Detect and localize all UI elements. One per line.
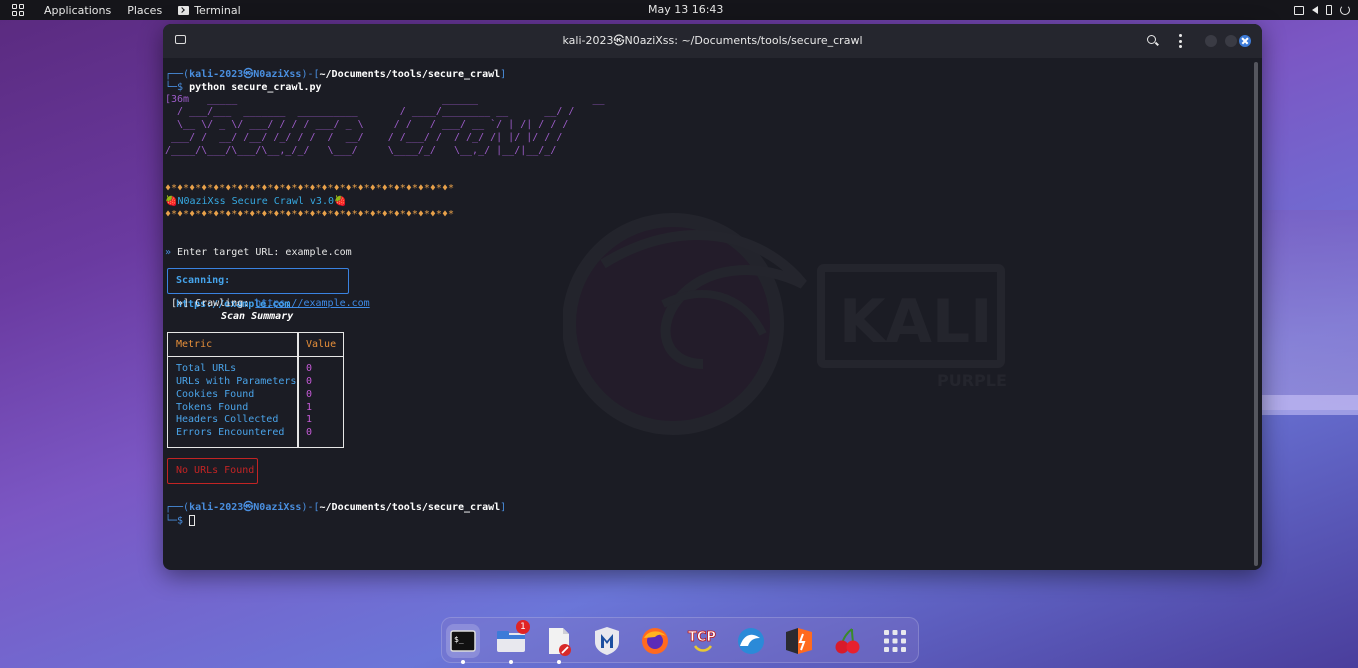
battery-icon[interactable] bbox=[1326, 5, 1332, 15]
screen-icon[interactable] bbox=[1294, 5, 1304, 15]
cursor bbox=[189, 515, 196, 526]
table-row-value: 1 bbox=[306, 414, 313, 425]
window-title: kali-2023㉿N0aziXss: ~/Documents/tools/se… bbox=[562, 34, 863, 47]
dock-burpsuite[interactable] bbox=[782, 624, 816, 658]
firefox-icon bbox=[642, 628, 668, 654]
app-grid-icon[interactable] bbox=[0, 0, 36, 20]
crawling-line: [»] Crawling: https://example.com bbox=[171, 298, 370, 309]
dock-wireshark[interactable] bbox=[734, 624, 768, 658]
ascii-art-line-4: ___/ / __/ /__/ /_/ / / / __/ / /___/ / … bbox=[165, 132, 575, 143]
scan-summary-title: Scan Summary bbox=[221, 311, 294, 322]
dock-terminal[interactable]: $_ bbox=[446, 624, 480, 664]
metasploit-shield-icon bbox=[595, 627, 619, 655]
prompt-input-line[interactable]: └─$ bbox=[165, 515, 196, 528]
places-menu[interactable]: Places bbox=[119, 0, 170, 20]
volume-icon[interactable] bbox=[1312, 6, 1318, 14]
cherry-icon bbox=[835, 628, 860, 654]
scanning-box: Scanning: https://example.com bbox=[167, 268, 349, 310]
search-icon[interactable] bbox=[1147, 35, 1156, 44]
dock-files[interactable]: 1 bbox=[494, 620, 530, 664]
stars-top: ♦*♦*♦*♦*♦*♦*♦*♦*♦*♦*♦*♦*♦*♦*♦*♦*♦*♦*♦*♦*… bbox=[165, 183, 454, 194]
ascii-art-line-3: \__ \/ _ \/ ___/ / / / ___/ _ \ / / / __… bbox=[165, 119, 575, 130]
table-row-metric: Total URLs bbox=[176, 363, 237, 374]
table-row-value: 0 bbox=[306, 376, 313, 387]
header-value: Value bbox=[306, 339, 337, 350]
dock-show-apps[interactable] bbox=[878, 624, 912, 658]
terminal-window[interactable]: kali-2023㉿N0aziXss: ~/Documents/tools/se… bbox=[163, 24, 1262, 570]
table-row-metric: URLs with Parameters bbox=[176, 376, 297, 387]
power-icon[interactable] bbox=[1340, 5, 1350, 15]
clock[interactable]: May 13 16:43 bbox=[648, 0, 723, 20]
ascii-art-line-1: [36m _____ ______ __ bbox=[165, 94, 605, 105]
prompt-line-1: ┌──(kali-2023㉿N0aziXss)-[~/Documents/too… bbox=[165, 69, 507, 80]
header-metric: Metric bbox=[176, 339, 213, 350]
table-row-value: 0 bbox=[306, 389, 313, 400]
error-box: No URLs Found bbox=[167, 458, 258, 484]
table-row-metric: Errors Encountered bbox=[176, 427, 285, 438]
app-grid-icon bbox=[884, 630, 906, 652]
prompt-line-2: ┌──(kali-2023㉿N0aziXss)-[~/Documents/too… bbox=[165, 502, 507, 513]
terminal-app-menu[interactable]: Terminal bbox=[170, 0, 249, 20]
table-row-value: 1 bbox=[306, 402, 313, 413]
menu-icon[interactable] bbox=[1179, 34, 1182, 48]
files-badge: 1 bbox=[516, 620, 530, 634]
terminal-icon bbox=[178, 5, 190, 15]
summary-table: Metric Value Total URLs 0 URLs with Para… bbox=[167, 332, 344, 448]
maximize-button[interactable] bbox=[1225, 35, 1237, 47]
wallpaper-band-light bbox=[1260, 395, 1358, 415]
banner: 🍓N0aziXss Secure Crawl v3.0🍓 bbox=[165, 196, 347, 207]
dock-tcp-tool[interactable]: TCP bbox=[686, 624, 720, 658]
table-row-metric: Cookies Found bbox=[176, 389, 255, 400]
table-row-metric: Headers Collected bbox=[176, 414, 279, 425]
crawl-url-link[interactable]: https://example.com bbox=[255, 298, 369, 309]
ascii-art-line-2: / ___/___ _______ __________ / ____/____… bbox=[165, 106, 575, 117]
applications-menu[interactable]: Applications bbox=[36, 0, 119, 20]
dock-cherrytree[interactable] bbox=[830, 624, 864, 658]
terminal-app-label: Terminal bbox=[194, 3, 241, 17]
top-panel: Applications Places Terminal May 13 16:4… bbox=[0, 0, 1358, 20]
url-input-line: » Enter target URL: example.com bbox=[165, 247, 352, 258]
table-row-value: 0 bbox=[306, 427, 313, 438]
dock-text-editor[interactable] bbox=[542, 624, 576, 664]
table-row-metric: Tokens Found bbox=[176, 402, 249, 413]
terminal-icon: $_ bbox=[450, 630, 476, 652]
wireshark-fin-icon bbox=[738, 628, 764, 654]
table-row-value: 0 bbox=[306, 363, 313, 374]
system-tray[interactable] bbox=[1294, 0, 1350, 20]
wallpaper-band bbox=[1260, 210, 1358, 410]
dock-metasploit[interactable] bbox=[590, 624, 624, 658]
terminal-output[interactable]: ┌──(kali-2023㉿N0aziXss)-[~/Documents/too… bbox=[163, 58, 1253, 570]
minimize-button[interactable] bbox=[1205, 35, 1217, 47]
ascii-art-line-5: /____/\___/\___/\__,_/_/ \___/ \____/_/ … bbox=[165, 145, 575, 156]
text-editor-icon bbox=[549, 628, 571, 656]
titlebar[interactable]: kali-2023㉿N0aziXss: ~/Documents/tools/se… bbox=[163, 24, 1262, 58]
command-line: └─$ python secure_crawl.py bbox=[165, 82, 322, 93]
tcp-icon: TCP bbox=[688, 630, 716, 652]
dock-firefox[interactable] bbox=[638, 624, 672, 658]
scrollbar[interactable] bbox=[1254, 62, 1258, 566]
svg-text:TCP: TCP bbox=[688, 630, 716, 645]
close-button[interactable] bbox=[1239, 35, 1251, 47]
svg-text:$_: $_ bbox=[454, 635, 464, 644]
dock: $_ 1 TCP bbox=[441, 617, 919, 664]
stars-bottom: ♦*♦*♦*♦*♦*♦*♦*♦*♦*♦*♦*♦*♦*♦*♦*♦*♦*♦*♦*♦*… bbox=[165, 209, 454, 220]
burpsuite-icon bbox=[786, 628, 812, 654]
